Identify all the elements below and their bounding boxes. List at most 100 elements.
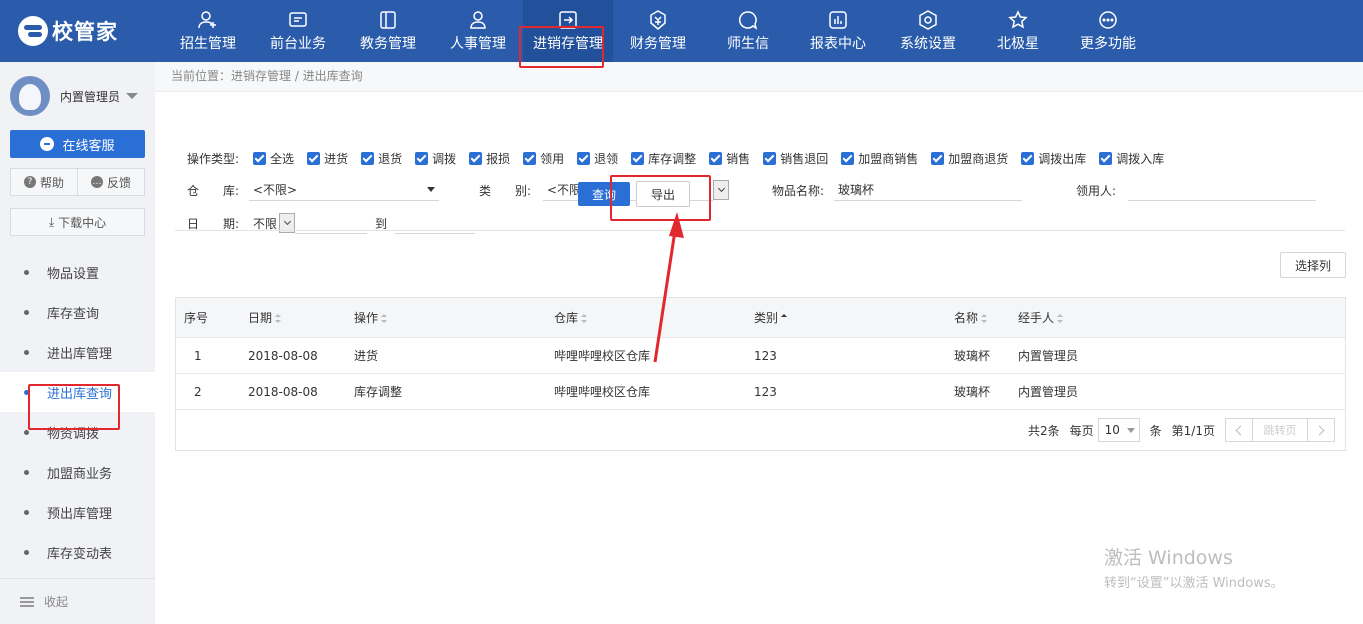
nav-item-6[interactable]: 师生信 xyxy=(703,0,793,62)
category-label: 类 别: xyxy=(479,183,532,198)
checkbox-checked-icon[interactable] xyxy=(841,152,855,165)
collapse-button[interactable]: 收起 xyxy=(0,578,155,624)
export-button[interactable]: 导出 xyxy=(636,181,690,207)
warehouse-value: <不限> xyxy=(253,183,298,197)
online-service-button[interactable]: 在线客服 xyxy=(10,130,145,158)
checkbox-checked-icon[interactable] xyxy=(577,152,591,165)
jump-page-button[interactable]: 跳转页 xyxy=(1252,419,1308,441)
recipient-label: 领用人: xyxy=(1076,183,1117,198)
checkbox-checked-icon[interactable] xyxy=(709,152,723,165)
column-header-label: 日期 xyxy=(248,311,273,325)
nav-item-1[interactable]: 前台业务 xyxy=(253,0,343,62)
download-center-button[interactable]: ⤓ 下载中心 xyxy=(10,208,145,236)
chat-icon xyxy=(40,137,55,151)
column-header-label: 经手人 xyxy=(1018,311,1055,325)
checkbox-checked-icon[interactable] xyxy=(631,152,645,165)
sidebar-item-0[interactable]: 物品设置 xyxy=(0,252,155,292)
op-type-checkbox[interactable]: 调拨出库 xyxy=(1021,150,1086,167)
table-row[interactable]: 2 2018-08-08 库存调整 哔哩哔哩校区仓库 123 玻璃杯 内置管理员 xyxy=(176,374,1345,410)
nav-item-4[interactable]: 进销存管理 xyxy=(523,0,613,62)
sort-icon[interactable] xyxy=(275,314,282,323)
next-page-button[interactable] xyxy=(1308,419,1334,441)
table-row[interactable]: 1 2018-08-08 进货 哔哩哔哩校区仓库 123 玻璃杯 内置管理员 xyxy=(176,338,1345,374)
op-type-checkbox[interactable]: 库存调整 xyxy=(631,150,696,167)
op-type-checkbox[interactable]: 全选 xyxy=(253,150,294,167)
column-header[interactable]: 仓库 xyxy=(554,309,588,326)
column-header[interactable]: 类别 xyxy=(754,309,788,326)
checkbox-checked-icon[interactable] xyxy=(253,152,267,165)
yuan-shield-icon xyxy=(648,9,668,30)
column-header[interactable]: 操作 xyxy=(354,309,388,326)
op-type-checkbox[interactable]: 调拨 xyxy=(415,150,456,167)
op-type-checkbox[interactable]: 进货 xyxy=(307,150,348,167)
nav-item-3[interactable]: 人事管理 xyxy=(433,0,523,62)
checkbox-checked-icon[interactable] xyxy=(307,152,321,165)
op-type-checkbox[interactable]: 加盟商退货 xyxy=(931,150,1008,167)
checkbox-checked-icon[interactable] xyxy=(931,152,945,165)
book-icon xyxy=(378,10,398,30)
nav-item-label: 师生信 xyxy=(727,35,769,52)
sidebar-item-3[interactable]: 进出库查询 xyxy=(0,372,155,412)
nav-item-5[interactable]: 财务管理 xyxy=(613,0,703,62)
sidebar-item-4[interactable]: 物资调拨 xyxy=(0,412,155,452)
op-type-checkbox[interactable]: 销售退回 xyxy=(763,150,828,167)
choose-columns-button[interactable]: 选择列 xyxy=(1280,252,1346,278)
op-type-checkbox[interactable]: 调拨入库 xyxy=(1099,150,1164,167)
op-type-checkbox[interactable]: 加盟商销售 xyxy=(841,150,918,167)
sort-icon[interactable] xyxy=(581,314,588,323)
sidebar-item-5[interactable]: 加盟商业务 xyxy=(0,452,155,492)
nav-item-2[interactable]: 教务管理 xyxy=(343,0,433,62)
windows-activation-watermark: 激活 Windows 转到“设置”以激活 Windows。 xyxy=(1104,543,1284,591)
chevron-down-icon[interactable] xyxy=(126,93,139,99)
help-button[interactable]: ? 帮助 xyxy=(10,168,78,196)
page-size-select[interactable]: 10 xyxy=(1097,418,1140,442)
nav-item-8[interactable]: 系统设置 xyxy=(883,0,973,62)
sidebar-item-1[interactable]: 库存查询 xyxy=(0,292,155,332)
nav-item-9[interactable]: 北极星 xyxy=(973,0,1063,62)
sidebar-item-6[interactable]: 预出库管理 xyxy=(0,492,155,532)
query-button[interactable]: 查询 xyxy=(578,182,630,206)
checkbox-checked-icon[interactable] xyxy=(469,152,483,165)
chevron-left-icon xyxy=(1235,425,1246,435)
records-table: 序号 日期 操作 仓库 类别 名称 经手人 1 2018-08-08 进货 哔哩哔哩校区仓库 123… xyxy=(175,297,1346,451)
op-type-checkbox[interactable]: 退领 xyxy=(577,150,618,167)
sidebar-item-label: 进出库管理 xyxy=(47,346,113,362)
category-dropdown-button[interactable] xyxy=(713,180,729,200)
feedback-label: 反馈 xyxy=(106,175,131,190)
column-header[interactable]: 经手人 xyxy=(1018,309,1064,326)
sort-icon[interactable] xyxy=(381,314,388,323)
prev-page-button[interactable] xyxy=(1226,419,1252,441)
nav-item-10[interactable]: 更多功能 xyxy=(1063,0,1153,62)
op-type-checkbox[interactable]: 领用 xyxy=(523,150,564,167)
column-header[interactable]: 日期 xyxy=(248,309,282,326)
nav-item-7[interactable]: 报表中心 xyxy=(793,0,883,62)
checkbox-checked-icon[interactable] xyxy=(523,152,537,165)
sidebar-item-2[interactable]: 进出库管理 xyxy=(0,332,155,372)
op-type-checkbox[interactable]: 报损 xyxy=(469,150,510,167)
table-cell: 1 xyxy=(194,348,202,363)
pagination: 共2条 每页 10 条 第1/1页 跳转页 xyxy=(1018,418,1335,442)
sidebar-item-7[interactable]: 库存变动表 xyxy=(0,532,155,572)
app-logo[interactable]: 校管家 xyxy=(0,0,155,62)
op-type-checkbox[interactable]: 销售 xyxy=(709,150,750,167)
checkbox-checked-icon[interactable] xyxy=(361,152,375,165)
table-cell: 进货 xyxy=(354,349,379,363)
column-header[interactable]: 名称 xyxy=(954,309,988,326)
sort-icon[interactable] xyxy=(781,314,788,323)
checkbox-checked-icon[interactable] xyxy=(1099,152,1113,165)
feedback-button[interactable]: … 反馈 xyxy=(78,168,145,196)
sort-icon[interactable] xyxy=(981,314,988,323)
op-type-checkbox[interactable]: 退货 xyxy=(361,150,402,167)
checkbox-checked-icon[interactable] xyxy=(1021,152,1035,165)
table-cell: 2018-08-08 xyxy=(248,348,318,363)
recipient-input[interactable] xyxy=(1128,179,1316,201)
checkbox-checked-icon[interactable] xyxy=(763,152,777,165)
person-icon xyxy=(468,10,488,30)
user-profile[interactable]: 内置管理员 xyxy=(0,62,155,130)
nav-item-0[interactable]: 招生管理 xyxy=(163,0,253,62)
sort-icon[interactable] xyxy=(1057,314,1064,323)
checkbox-checked-icon[interactable] xyxy=(415,152,429,165)
filter-panel: 操作类型: 全选 进货 退货 调拨 报损 领用 退领 库存调整 销售 销售退回 加盟商销售 加盟商退货… xyxy=(155,92,1363,234)
warehouse-select[interactable]: <不限> xyxy=(249,179,439,201)
item-name-input[interactable]: 玻璃杯 xyxy=(834,179,1022,201)
